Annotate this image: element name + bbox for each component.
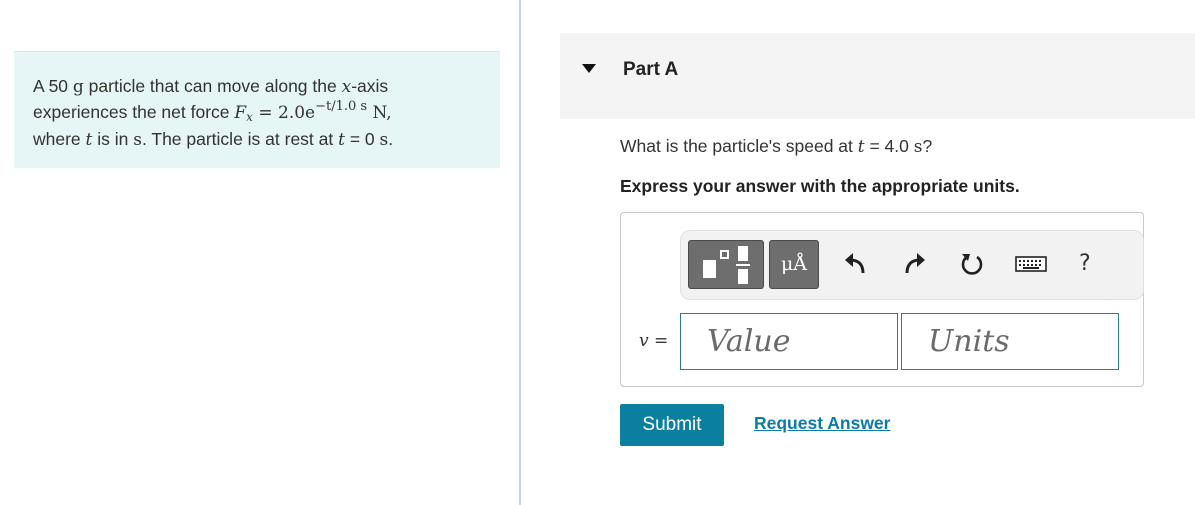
- keyboard-icon[interactable]: [1014, 249, 1048, 279]
- math-toolbar: μÅ ?: [680, 230, 1144, 300]
- help-icon[interactable]: ?: [1079, 251, 1091, 276]
- answer-instruction: Express your answer with the appropriate…: [620, 176, 1020, 196]
- answer-variable-label: v =: [639, 331, 669, 351]
- problem-text: A 50 g particle that can move along the …: [33, 76, 394, 150]
- units-button[interactable]: μÅ: [769, 240, 819, 289]
- request-answer-link[interactable]: Request Answer: [754, 413, 890, 434]
- templates-icon: [703, 260, 716, 278]
- part-title: Part A: [623, 59, 679, 80]
- reset-icon[interactable]: [957, 249, 987, 279]
- question-text: What is the particle's speed at t = 4.0 …: [620, 136, 933, 157]
- collapse-caret-icon[interactable]: [582, 64, 596, 73]
- part-a-header[interactable]: Part A: [560, 33, 1195, 119]
- panel-divider: [519, 0, 521, 505]
- templates-button[interactable]: [688, 240, 764, 289]
- redo-icon[interactable]: [899, 249, 929, 279]
- units-icon: μÅ: [780, 253, 808, 275]
- undo-icon[interactable]: [841, 249, 871, 279]
- submit-button[interactable]: Submit: [620, 404, 724, 446]
- answer-box: μÅ ? v = Value Units: [620, 212, 1144, 387]
- problem-statement: A 50 g particle that can move along the …: [14, 51, 500, 168]
- value-input[interactable]: Value: [680, 313, 898, 370]
- units-input[interactable]: Units: [901, 313, 1119, 370]
